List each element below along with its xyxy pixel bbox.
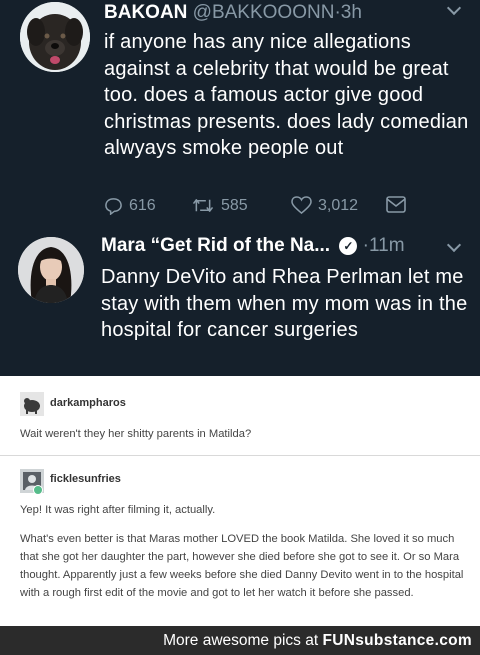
tweet2-header: Mara “Get Rid of the Na... ✓ ·11m bbox=[101, 235, 405, 257]
dog-avatar-image bbox=[20, 2, 90, 72]
status-badge bbox=[33, 485, 43, 495]
like-count: 3,012 bbox=[318, 196, 359, 214]
tweet-text: Danny DeVito and Rhea Perlman let me sta… bbox=[101, 266, 468, 341]
avatar-mara[interactable] bbox=[18, 237, 84, 303]
timestamp[interactable]: 11m bbox=[369, 235, 405, 256]
tumblr-thread: darkampharos Wait weren't they her shitt… bbox=[0, 376, 480, 626]
tweet-actions: 616 585 3,012 bbox=[104, 196, 424, 220]
handle[interactable]: @BAKKOOONN bbox=[193, 2, 335, 23]
tweet-text: if anyone has any nice allegations again… bbox=[104, 31, 469, 159]
display-name[interactable]: BAKOAN bbox=[104, 2, 187, 23]
username[interactable]: ficklesunfries bbox=[50, 473, 121, 485]
display-name[interactable]: Mara “Get Rid of the Na... bbox=[101, 235, 330, 256]
twitter-thread: BAKOAN @BAKKOOONN·3h if anyone has any n… bbox=[0, 0, 480, 376]
dm-button[interactable] bbox=[386, 196, 406, 213]
timestamp[interactable]: 3h bbox=[341, 2, 362, 23]
verified-badge-icon: ✓ bbox=[339, 237, 358, 255]
footer-lead: More awesome pics at bbox=[163, 632, 319, 649]
post-text: Yep! It was right after filming it, actu… bbox=[20, 504, 216, 516]
divider bbox=[0, 455, 480, 456]
like-button[interactable]: 3,012 bbox=[291, 196, 358, 215]
reply-icon bbox=[105, 198, 122, 215]
reply-button[interactable]: 616 bbox=[104, 196, 156, 215]
retweet-count: 585 bbox=[221, 196, 248, 214]
retweet-icon bbox=[192, 199, 214, 212]
username[interactable]: darkampharos bbox=[50, 397, 126, 409]
woman-avatar-image bbox=[18, 237, 84, 303]
user-avatar-image bbox=[20, 392, 44, 416]
brand-logo[interactable]: FUNsubstance.com bbox=[322, 632, 472, 649]
reply-count: 616 bbox=[129, 196, 156, 214]
post-text: Wait weren't they her shitty parents in … bbox=[20, 428, 252, 440]
envelope-icon bbox=[386, 196, 406, 213]
brand-part: FUN bbox=[322, 632, 356, 649]
heart-icon bbox=[291, 196, 312, 215]
post-text: What's even better is that Maras mother … bbox=[20, 533, 464, 599]
tweet1-header: BAKOAN @BAKKOOONN·3h bbox=[104, 2, 362, 24]
retweet-button[interactable]: 585 bbox=[191, 196, 248, 215]
avatar-bakoan[interactable] bbox=[20, 2, 90, 72]
brand-part: substance bbox=[355, 632, 435, 649]
footer-text: More awesome pics at FUNsubstance.com bbox=[163, 632, 472, 650]
avatar-darkampharos[interactable] bbox=[20, 392, 44, 416]
watermark-footer: More awesome pics at FUNsubstance.com bbox=[0, 626, 480, 655]
brand-part: .com bbox=[434, 632, 472, 649]
